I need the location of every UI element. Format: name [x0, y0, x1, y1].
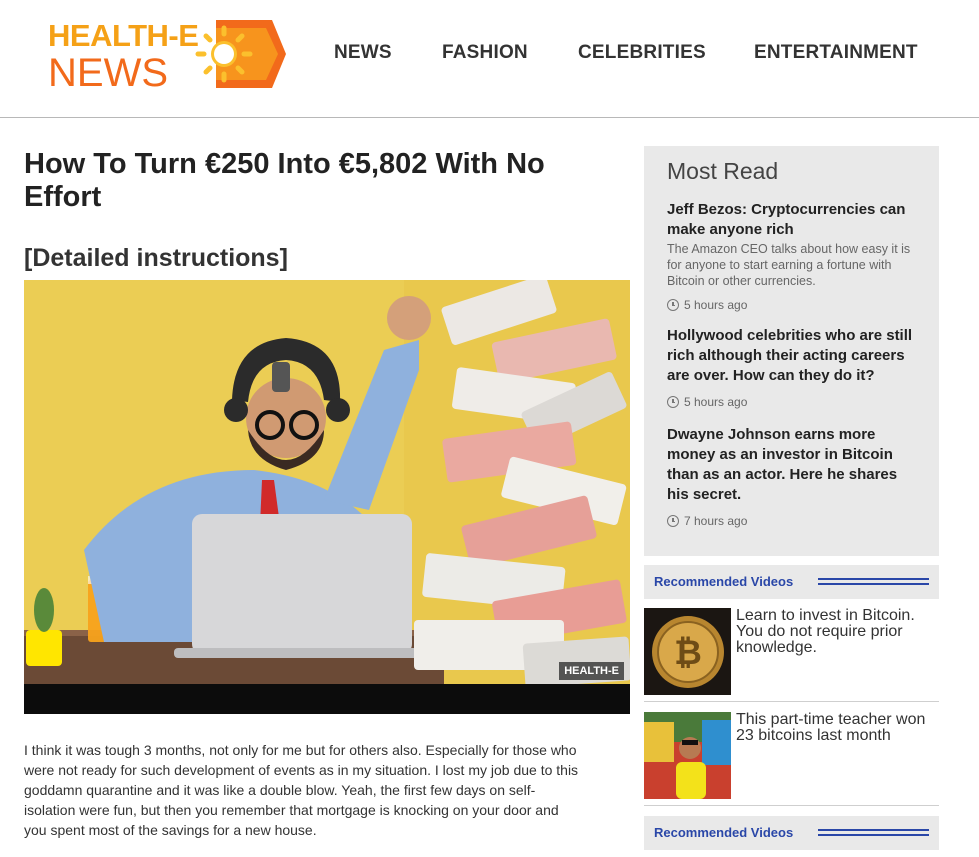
most-read-panel: Most Read Jeff Bezos: Cryptocurrencies c… — [644, 146, 939, 556]
double-line-divider — [818, 578, 929, 585]
video-title[interactable]: This part-time teacher won 23 bitcoins l… — [736, 712, 936, 744]
recommended-videos-title: Recommended Videos — [654, 574, 794, 589]
hero-illustration — [24, 280, 630, 714]
teacher-photo-thumbnail — [644, 712, 731, 799]
video-item-bitcoin[interactable]: ₿ Learn to invest in Bitcoin. You do not… — [644, 608, 939, 702]
bitcoin-coin-icon: ₿ — [644, 608, 731, 695]
most-read-description: The Amazon CEO talks about how easy it i… — [667, 242, 911, 288]
clock-icon — [667, 299, 679, 311]
svg-text:₿: ₿ — [674, 633, 702, 673]
most-read-item[interactable]: Hollywood celebrities who are still rich… — [667, 326, 922, 409]
nav-news[interactable]: NEWS — [334, 42, 392, 64]
article-body-paragraph: I think it was tough 3 months, not only … — [24, 742, 579, 838]
timestamp-text: 5 hours ago — [684, 298, 748, 312]
article-title: How To Turn €250 Into €5,802 With No Eff… — [24, 148, 545, 213]
timestamp-text: 5 hours ago — [684, 395, 748, 409]
site-header: HEALTH-E NEWS NEWS FASHION CELEBRITIES E… — [0, 0, 979, 118]
most-read-item[interactable]: Jeff Bezos: Cryptocurrencies can make an… — [667, 200, 922, 312]
clock-icon — [667, 515, 679, 527]
timestamp-text: 7 hours ago — [684, 514, 748, 528]
nav-celebrities[interactable]: CELEBRITIES — [578, 42, 706, 64]
hero-watermark-badge: HEALTH-E — [559, 662, 624, 680]
video-thumbnail[interactable]: ₿ — [644, 608, 731, 695]
clock-icon — [667, 396, 679, 408]
site-logo[interactable]: HEALTH-E NEWS — [48, 14, 288, 95]
most-read-headline[interactable]: Dwayne Johnson earns more money as an in… — [667, 425, 922, 505]
hero-caption-bar — [24, 684, 630, 714]
most-read-item[interactable]: Dwayne Johnson earns more money as an in… — [667, 425, 922, 528]
nav-fashion[interactable]: FASHION — [442, 42, 528, 64]
video-item-teacher[interactable]: This part-time teacher won 23 bitcoins l… — [644, 712, 939, 806]
article-subtitle: [Detailed instructions] — [24, 244, 288, 272]
most-read-headline[interactable]: Hollywood celebrities who are still rich… — [667, 326, 922, 386]
hero-image: HEALTH-E — [24, 280, 630, 714]
nav-entertainment[interactable]: ENTERTAINMENT — [754, 42, 918, 64]
most-read-timestamp: 5 hours ago — [667, 395, 922, 409]
most-read-timestamp: 7 hours ago — [667, 514, 922, 528]
most-read-timestamp: 5 hours ago — [667, 298, 922, 312]
logo-text-news: NEWS — [48, 51, 168, 95]
double-line-divider — [818, 829, 929, 836]
video-thumbnail[interactable] — [644, 712, 731, 799]
most-read-headline[interactable]: Jeff Bezos: Cryptocurrencies can make an… — [667, 200, 922, 240]
recommended-videos-header: Recommended Videos — [644, 816, 939, 850]
video-title[interactable]: Learn to invest in Bitcoin. You do not r… — [736, 608, 936, 656]
most-read-title: Most Read — [667, 158, 779, 184]
recommended-videos-header: Recommended Videos — [644, 565, 939, 599]
sun-logo-icon — [195, 20, 286, 88]
recommended-videos-title: Recommended Videos — [654, 825, 794, 840]
